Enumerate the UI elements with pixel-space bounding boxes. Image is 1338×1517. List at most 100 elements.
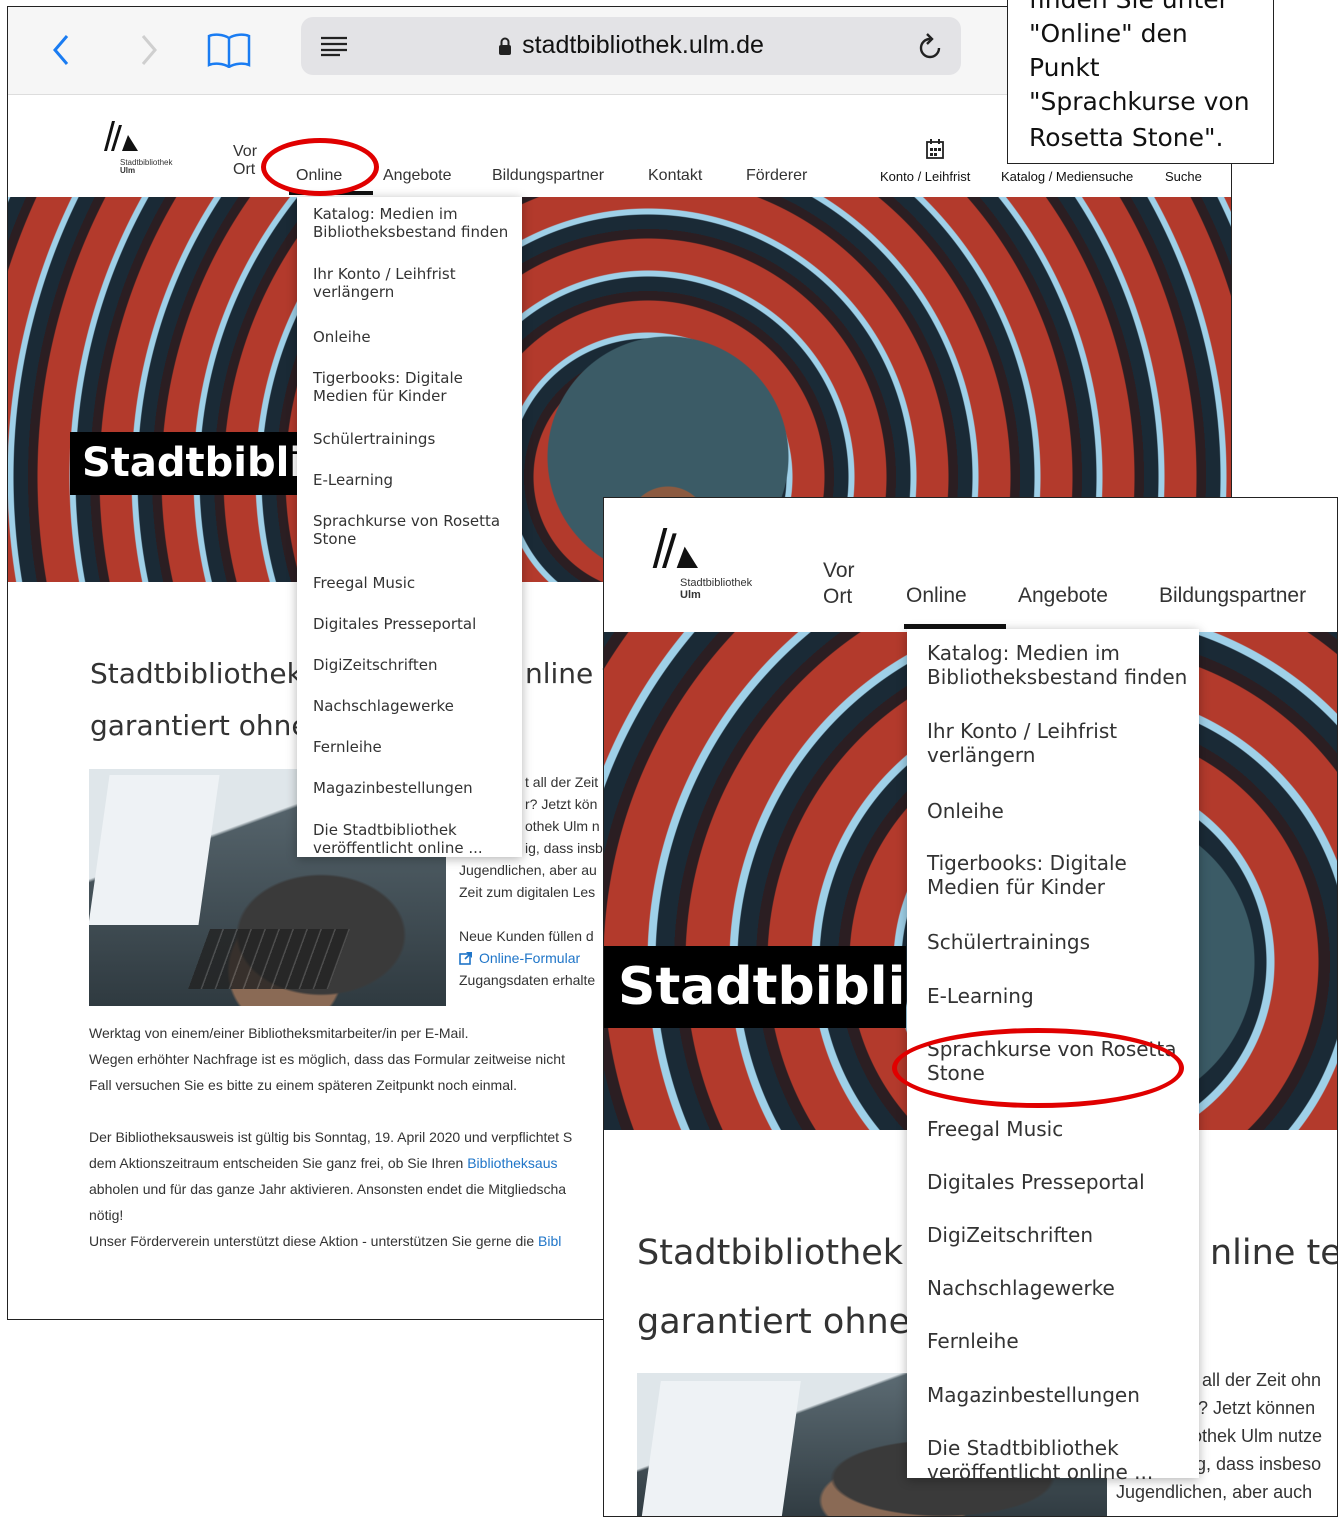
menu-item-label: E-Learning	[927, 984, 1034, 1008]
text-line: nötig!	[89, 1207, 124, 1223]
menu-item-freegal[interactable]: Freegal Music	[313, 574, 415, 592]
menu-item-konto[interactable]: Ihr Konto / Leihfrist verlängern	[927, 719, 1117, 767]
menu-item-rosetta-stone[interactable]: Sprachkurse von Rosetta Stone	[313, 512, 500, 548]
menu-item-tigerbooks[interactable]: Tigerbooks: Digitale Medien für Kinder	[927, 851, 1127, 899]
highlight-online	[261, 138, 379, 196]
body-paragraph-1: Werktag von einem/einer Bibliotheksmitar…	[89, 1020, 565, 1098]
bookmarks-icon[interactable]	[206, 25, 252, 75]
intro-paragraph-fragment: t all der Zeit r? Jetzt kön othek Ulm n …	[525, 771, 603, 859]
calendar-icon	[926, 139, 944, 164]
nav-online[interactable]: Online	[906, 584, 967, 608]
menu-item-label: verlängern	[927, 743, 1036, 767]
menu-item-nachschlagewerke[interactable]: Nachschlagewerke	[927, 1276, 1115, 1300]
menu-item-label: Freegal Music	[927, 1117, 1064, 1141]
page-heading-part1: Stadtbibliothek	[90, 657, 303, 690]
forward-icon[interactable]	[134, 25, 164, 75]
text-line: othek Ulm nutze	[1192, 1426, 1323, 1446]
page-heading-part1: Stadtbibliothek	[637, 1233, 904, 1273]
menu-item-konto[interactable]: Ihr Konto / Leihfrist verlängern	[313, 265, 456, 301]
note-line: finden Sie unter	[1029, 0, 1229, 14]
menu-item-magazinbestellungen[interactable]: Magazinbestellungen	[313, 779, 473, 797]
library-card-link[interactable]: Bibliotheksaus	[467, 1155, 557, 1171]
menu-item-label: Ihr Konto / Leihfrist	[313, 265, 456, 283]
hero-title: Stadtbibliothek	[604, 946, 906, 1028]
menu-item-label: Katalog: Medien im	[927, 641, 1120, 665]
online-dropdown-menu: Katalog: Medien im Bibliotheksbestand fin…	[297, 197, 522, 857]
menu-item-label: Medien für Kinder	[313, 387, 447, 405]
logo-city: Ulm	[120, 166, 136, 176]
menu-item-digizeitschriften[interactable]: DigiZeitschriften	[313, 656, 438, 674]
text-line: Zugangsdaten erhalte	[459, 972, 596, 988]
menu-item-onleihe[interactable]: Onleihe	[313, 328, 371, 346]
menu-item-katalog[interactable]: Katalog: Medien im Bibliotheksbestand fin…	[313, 205, 508, 241]
reload-icon[interactable]	[913, 21, 947, 71]
nav-konto[interactable]: Konto / Leihfrist	[880, 169, 970, 184]
nav-ort-label: Ort	[233, 161, 256, 178]
text-line: Wegen erhöhter Nachfrage ist es möglich,…	[89, 1051, 565, 1067]
page-heading-line2: garantiert ohne	[637, 1302, 911, 1342]
text-line: Der Bibliotheksausweis ist gültig bis So…	[89, 1129, 573, 1145]
text-line: Jugendlichen, aber au	[459, 862, 597, 878]
nav-kontakt[interactable]: Kontakt	[648, 167, 702, 185]
menu-item-label: Tigerbooks: Digitale	[313, 369, 463, 387]
menu-item-elearning[interactable]: E-Learning	[927, 984, 1034, 1008]
nav-katalog[interactable]: Katalog / Mediensuche	[1001, 169, 1133, 184]
page-heading-part2: nline tes	[1210, 1233, 1337, 1273]
text-line: dem Aktionszeitraum entscheiden Sie ganz…	[89, 1155, 468, 1171]
nav-foerderer[interactable]: Förderer	[746, 167, 807, 185]
menu-item-digizeitschriften[interactable]: DigiZeitschriften	[927, 1223, 1093, 1247]
menu-item-label: Ihr Konto / Leihfrist	[927, 719, 1118, 743]
online-form-link[interactable]: Online-Formular	[459, 947, 597, 969]
text-line: Neue Kunden füllen d	[459, 928, 594, 944]
menu-item-veroeffentlicht[interactable]: Die Stadtbibliothek veröffentlicht online…	[313, 821, 483, 857]
menu-item-schuelertrainings[interactable]: Schülertrainings	[313, 430, 435, 448]
back-icon[interactable]	[46, 25, 76, 75]
text-line: Zeit zum digitalen Les	[459, 884, 596, 900]
menu-item-onleihe[interactable]: Onleihe	[927, 799, 1004, 823]
nav-bildungspartner[interactable]: Bildungspartner	[492, 167, 604, 185]
menu-item-label: Digitales Presseportal	[927, 1170, 1145, 1194]
menu-item-label: Katalog: Medien im	[313, 205, 458, 223]
instruction-note: finden Sie unter "Online" den Punkt "Spr…	[1007, 0, 1274, 164]
logo-city: Ulm	[680, 588, 701, 601]
menu-item-presseportal[interactable]: Digitales Presseportal	[927, 1170, 1145, 1194]
menu-item-nachschlagewerke[interactable]: Nachschlagewerke	[313, 697, 454, 715]
zoomed-screenshot: Stadtbibliothek Ulm Vor Ort Online Angeb…	[603, 497, 1338, 1517]
nav-suche[interactable]: Suche	[1165, 169, 1202, 184]
logo-icon[interactable]	[652, 528, 712, 580]
nav-angebote[interactable]: Angebote	[383, 167, 452, 185]
text-line: t all der Zeit ohn	[1192, 1370, 1322, 1390]
library-link[interactable]: Bibl	[538, 1233, 561, 1249]
menu-item-fernleihe[interactable]: Fernleihe	[927, 1329, 1019, 1353]
menu-item-fernleihe[interactable]: Fernleihe	[313, 738, 382, 756]
menu-item-freegal[interactable]: Freegal Music	[927, 1117, 1063, 1141]
address-bar[interactable]: stadtbibliothek.ulm.de	[301, 17, 961, 75]
menu-item-tigerbooks[interactable]: Tigerbooks: Digitale Medien für Kinder	[313, 369, 463, 405]
text-line: r? Jetzt können	[1192, 1398, 1316, 1418]
menu-item-presseportal[interactable]: Digitales Presseportal	[313, 615, 476, 633]
logo-icon[interactable]	[104, 121, 148, 161]
menu-item-label: Die Stadtbibliothek	[313, 821, 457, 839]
menu-item-schuelertrainings[interactable]: Schülertrainings	[927, 930, 1090, 954]
menu-item-label: Fernleihe	[313, 738, 382, 756]
menu-item-elearning[interactable]: E-Learning	[313, 471, 393, 489]
menu-item-label: Magazinbestellungen	[313, 779, 473, 797]
menu-item-label: Schülertrainings	[313, 430, 436, 448]
nav-vor-ort[interactable]: Vor Ort	[823, 558, 855, 610]
note-line: "Online" den	[1029, 19, 1188, 48]
menu-item-label: Onleihe	[927, 799, 1004, 823]
nav-vor-ort[interactable]: Vor Ort	[233, 143, 257, 179]
text-line: Werktag von einem/einer Bibliotheksmitar…	[89, 1025, 469, 1041]
menu-item-label: DigiZeitschriften	[927, 1223, 1093, 1247]
menu-item-label: Sprachkurse von Rosetta	[313, 512, 501, 530]
nav-angebote[interactable]: Angebote	[1018, 584, 1108, 608]
menu-item-veroeffentlicht[interactable]: Die Stadtbibliothek veröffentlicht online…	[927, 1436, 1153, 1484]
nav-bildungspartner[interactable]: Bildungspartner	[1159, 584, 1306, 608]
menu-item-label: Digitales Presseportal	[313, 615, 477, 633]
text-line: othek Ulm n	[525, 818, 600, 834]
menu-item-magazinbestellungen[interactable]: Magazinbestellungen	[927, 1383, 1140, 1407]
menu-item-katalog[interactable]: Katalog: Medien im Bibliotheksbestand fin…	[927, 641, 1187, 689]
menu-item-label: Medien für Kinder	[927, 875, 1106, 899]
note-line: Punkt	[1029, 53, 1100, 82]
menu-item-label: DigiZeitschriften	[313, 656, 438, 674]
